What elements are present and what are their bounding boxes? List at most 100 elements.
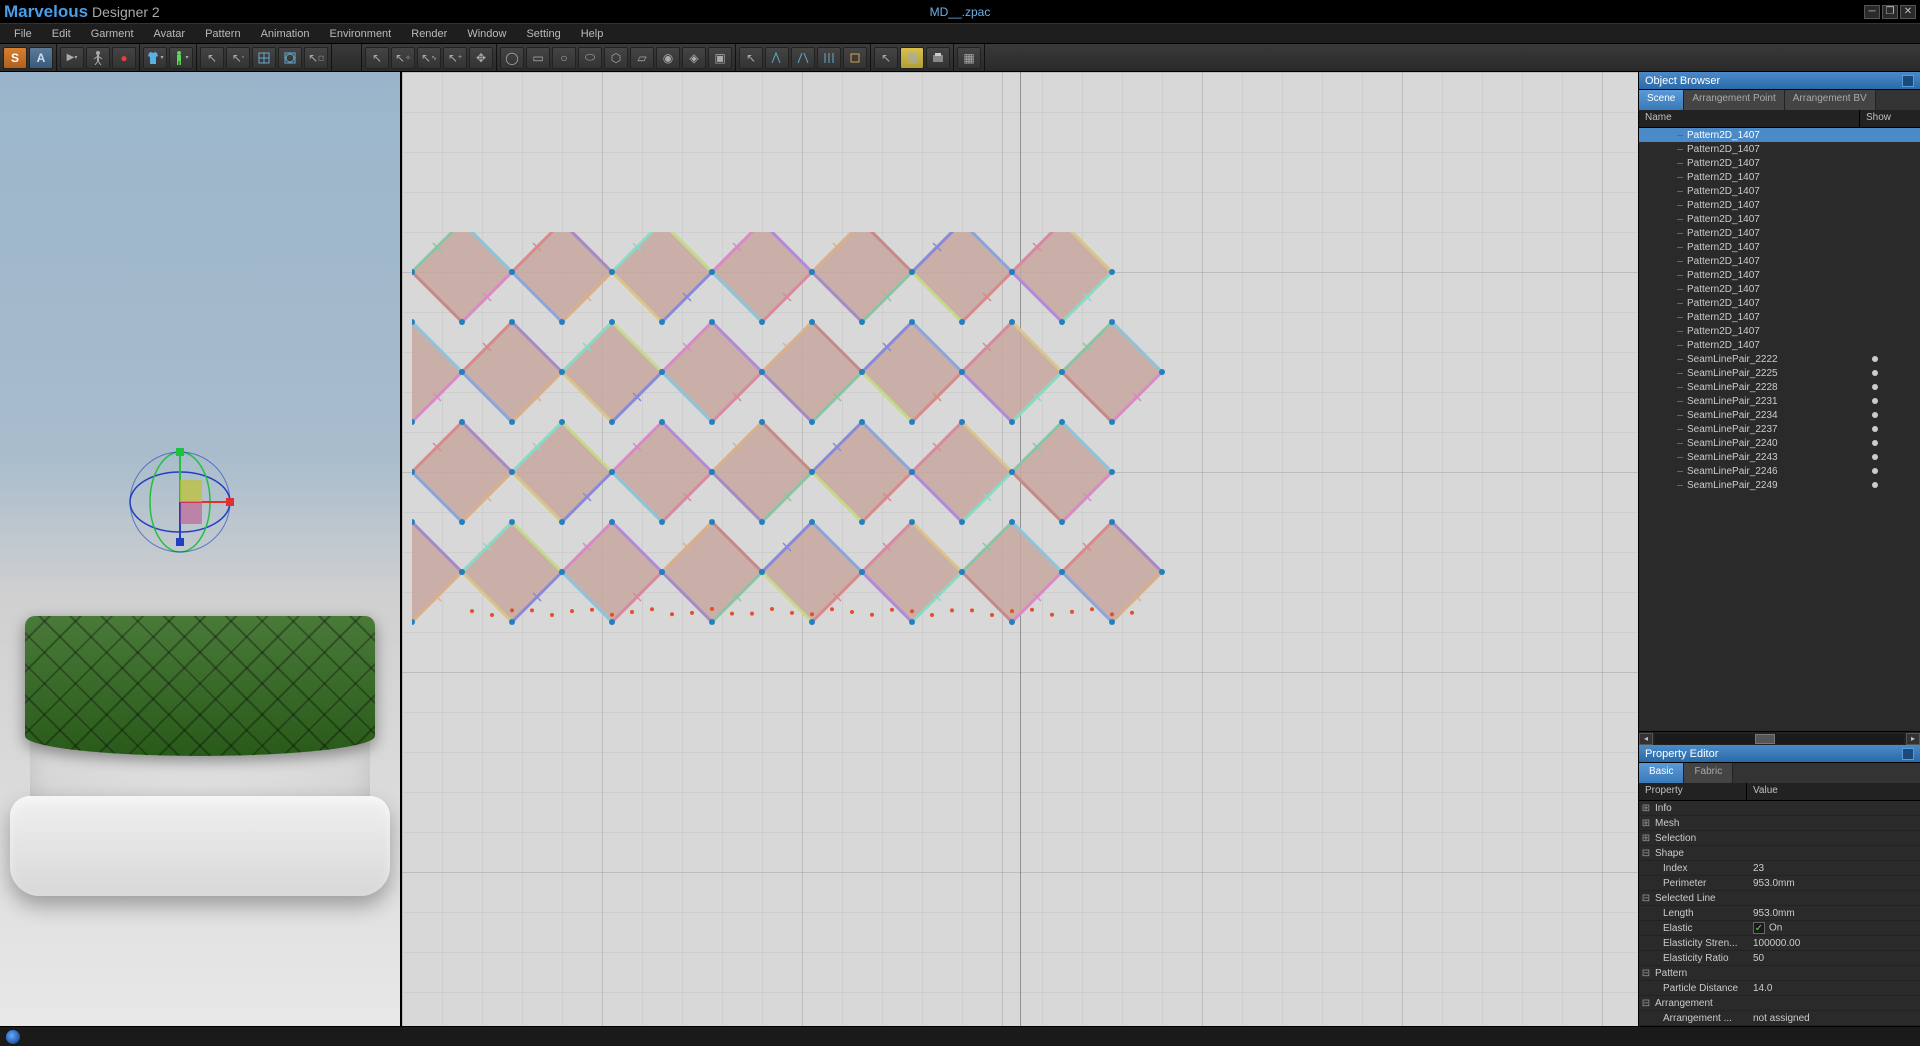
pattern-vertex[interactable] <box>609 269 615 275</box>
object-row[interactable]: Pattern2D_1407 <box>1639 254 1920 268</box>
pattern-piece[interactable] <box>962 522 1062 622</box>
pattern-piece[interactable] <box>1012 232 1112 322</box>
pattern-piece[interactable] <box>412 322 462 422</box>
pattern-vertex[interactable] <box>709 419 715 425</box>
pattern-vertex[interactable] <box>1059 569 1065 575</box>
pattern-piece[interactable] <box>1062 522 1162 622</box>
object-row[interactable]: Pattern2D_1407 <box>1639 240 1920 254</box>
gizmo-move-tool[interactable] <box>252 47 276 69</box>
property-value[interactable]: 953.0mm <box>1747 878 1920 889</box>
menu-environment[interactable]: Environment <box>319 26 401 42</box>
pattern-vertex[interactable] <box>709 319 715 325</box>
pattern-piece[interactable] <box>562 322 662 422</box>
pattern-vertex[interactable] <box>1059 369 1065 375</box>
property-row[interactable]: Particle Distance14.0 <box>1639 981 1920 996</box>
pattern-vertex[interactable] <box>509 619 515 625</box>
play-button[interactable]: ▶▾ <box>60 47 84 69</box>
pattern-vertex[interactable] <box>709 469 715 475</box>
menu-window[interactable]: Window <box>457 26 516 42</box>
pattern-vertex[interactable] <box>1059 319 1065 325</box>
pattern-vertex[interactable] <box>709 519 715 525</box>
object-row[interactable]: SeamLinePair_2228 <box>1639 380 1920 394</box>
avatar-display-button[interactable]: ▾ <box>169 47 193 69</box>
pattern-piece[interactable] <box>662 522 762 622</box>
pattern-vertex[interactable] <box>1109 319 1115 325</box>
hole-tool[interactable]: ▣ <box>708 47 732 69</box>
pattern-vertex[interactable] <box>1009 419 1015 425</box>
sync-button[interactable]: S <box>3 47 27 69</box>
pattern-vertex[interactable] <box>809 419 815 425</box>
pattern-vertex[interactable] <box>659 569 665 575</box>
pattern-vertex[interactable] <box>859 319 865 325</box>
pattern-piece[interactable] <box>912 422 1012 522</box>
tab-fabric[interactable]: Fabric <box>1684 763 1733 783</box>
object-row[interactable]: Pattern2D_1407 <box>1639 296 1920 310</box>
property-row[interactable]: ⊞Info <box>1639 801 1920 816</box>
edit-texture-tool[interactable]: ↖ <box>874 47 898 69</box>
pattern-pieces[interactable] <box>412 232 1192 712</box>
pattern-vertex[interactable] <box>1009 319 1015 325</box>
object-row[interactable]: Pattern2D_1407 <box>1639 338 1920 352</box>
segment-sewing-tool[interactable] <box>765 47 789 69</box>
pattern-vertex[interactable] <box>559 319 565 325</box>
pattern-vertex[interactable] <box>909 469 915 475</box>
expand-toggle-icon[interactable]: ⊞ <box>1639 803 1653 814</box>
object-row[interactable]: Pattern2D_1407 <box>1639 170 1920 184</box>
pattern-vertex[interactable] <box>509 519 515 525</box>
menu-garment[interactable]: Garment <box>81 26 144 42</box>
pattern-piece[interactable] <box>612 232 712 322</box>
property-value[interactable]: 100000.00 <box>1747 938 1920 949</box>
property-row[interactable]: ⊟Shape <box>1639 846 1920 861</box>
pattern-vertex[interactable] <box>909 269 915 275</box>
edit-curve-tool[interactable]: ↖∿ <box>417 47 441 69</box>
pattern-vertex[interactable] <box>609 419 615 425</box>
pattern-vertex[interactable] <box>759 519 765 525</box>
menu-render[interactable]: Render <box>401 26 457 42</box>
pattern-piece[interactable] <box>562 522 662 622</box>
pattern-vertex[interactable] <box>759 369 765 375</box>
pattern-vertex[interactable] <box>459 369 465 375</box>
pattern-piece[interactable] <box>462 522 562 622</box>
visibility-toggle-icon[interactable] <box>1872 412 1878 418</box>
pattern-vertex[interactable] <box>809 269 815 275</box>
grid-toggle-button[interactable]: ▦ <box>957 47 981 69</box>
object-row[interactable]: Pattern2D_1407 <box>1639 324 1920 338</box>
column-name[interactable]: Name <box>1639 110 1860 127</box>
property-row[interactable]: ⊞Mesh <box>1639 816 1920 831</box>
property-row[interactable]: Length953.0mm <box>1639 906 1920 921</box>
pattern-vertex[interactable] <box>809 519 815 525</box>
pattern-vertex[interactable] <box>559 419 565 425</box>
pattern-vertex[interactable] <box>609 319 615 325</box>
minimize-button[interactable]: ─ <box>1864 5 1880 19</box>
visibility-toggle-icon[interactable] <box>1872 370 1878 376</box>
property-row[interactable]: Elasticity Stren...100000.00 <box>1639 936 1920 951</box>
property-row[interactable]: Perimeter953.0mm <box>1639 876 1920 891</box>
column-show[interactable]: Show <box>1860 110 1920 127</box>
object-row[interactable]: SeamLinePair_2237 <box>1639 422 1920 436</box>
property-row[interactable]: Index23 <box>1639 861 1920 876</box>
menu-pattern[interactable]: Pattern <box>195 26 250 42</box>
object-browser-list[interactable]: Pattern2D_1407Pattern2D_1407Pattern2D_14… <box>1639 128 1920 731</box>
pattern-piece[interactable] <box>412 232 512 322</box>
pattern-vertex[interactable] <box>459 419 465 425</box>
pattern-vertex[interactable] <box>1109 469 1115 475</box>
column-property[interactable]: Property <box>1639 783 1747 800</box>
pattern-piece[interactable] <box>962 322 1062 422</box>
pattern-vertex[interactable] <box>759 319 765 325</box>
2d-pattern-viewport[interactable] <box>402 72 1638 1026</box>
pattern-piece[interactable] <box>812 232 912 322</box>
visibility-toggle-icon[interactable] <box>1872 398 1878 404</box>
pattern-vertex[interactable] <box>509 419 515 425</box>
pattern-vertex[interactable] <box>559 519 565 525</box>
pattern-piece[interactable] <box>862 522 962 622</box>
object-row[interactable]: SeamLinePair_2240 <box>1639 436 1920 450</box>
internal-polygon-tool[interactable]: ⬡ <box>604 47 628 69</box>
object-row[interactable]: Pattern2D_1407 <box>1639 268 1920 282</box>
pattern-vertex[interactable] <box>459 569 465 575</box>
object-row[interactable]: Pattern2D_1407 <box>1639 282 1920 296</box>
pattern-vertex[interactable] <box>859 369 865 375</box>
pattern-vertex[interactable] <box>759 419 765 425</box>
object-row[interactable]: Pattern2D_1407 <box>1639 156 1920 170</box>
pattern-vertex[interactable] <box>609 619 615 625</box>
visibility-toggle-icon[interactable] <box>1872 482 1878 488</box>
